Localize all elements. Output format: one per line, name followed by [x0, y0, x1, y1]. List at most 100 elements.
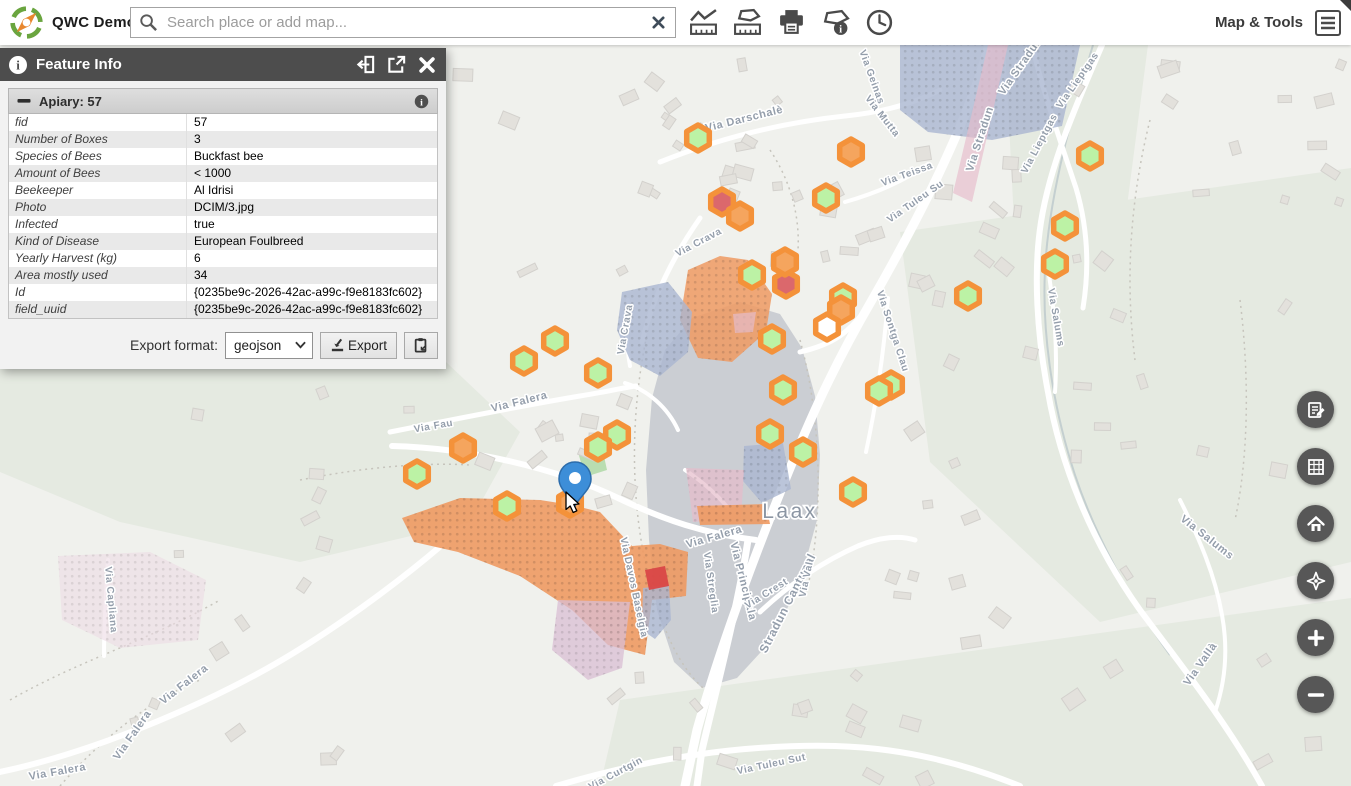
svg-text:i: i	[16, 57, 20, 72]
apiary-marker-green[interactable]	[587, 434, 610, 460]
feature-info-header[interactable]: i Feature Info	[0, 48, 446, 81]
toolbar: i	[686, 5, 896, 39]
attribute-value: Al Idrisi	[187, 182, 437, 199]
zoom-in-button[interactable]	[1297, 619, 1334, 656]
feature-section-header[interactable]: Apiary: 57 i	[8, 88, 438, 114]
apiary-marker-orange[interactable]	[774, 249, 797, 275]
apiary-marker-white[interactable]	[816, 314, 839, 340]
copy-to-clipboard-button[interactable]	[404, 332, 438, 359]
export-format-select[interactable]: geojson	[225, 332, 313, 359]
open-window-button[interactable]	[385, 54, 407, 76]
attribute-value: 34	[187, 267, 437, 284]
attribute-value: {0235be9c-2026-42ac-a99c-f9e8183fc602}	[187, 284, 437, 301]
attribute-row: fid57	[9, 114, 437, 131]
apiary-marker-green[interactable]	[1044, 251, 1067, 277]
apiary-marker-green[interactable]	[842, 479, 865, 505]
apiary-marker-green[interactable]	[1054, 213, 1077, 239]
clipboard-icon	[413, 337, 429, 353]
attribute-value: Buckfast bee	[187, 148, 437, 165]
tool-time-button[interactable]	[862, 5, 896, 39]
tool-measure-line-button[interactable]	[686, 5, 720, 39]
apiary-marker-green[interactable]	[1079, 143, 1102, 169]
dock-panel-button[interactable]	[354, 54, 376, 76]
menu-button[interactable]	[1315, 10, 1341, 36]
svg-text:i: i	[420, 97, 423, 108]
attribute-label: field_uuid	[9, 301, 187, 318]
apiary-marker-orange[interactable]	[840, 139, 863, 165]
attribute-row: Area mostly used34	[9, 267, 437, 284]
tool-print-button[interactable]	[774, 5, 808, 39]
attribute-table-button[interactable]	[1297, 448, 1334, 485]
export-bar: Export format: geojson Export	[8, 331, 438, 359]
apiary-marker-green[interactable]	[513, 348, 536, 374]
export-button[interactable]: Export	[320, 332, 397, 359]
svg-text:i: i	[839, 23, 842, 35]
apiary-marker-green[interactable]	[587, 360, 610, 386]
apiary-marker-green[interactable]	[868, 378, 891, 404]
apiary-marker-orange[interactable]	[452, 435, 475, 461]
clear-search-icon[interactable]	[650, 14, 667, 31]
attribute-label: Kind of Disease	[9, 233, 187, 250]
identify-region-icon: i	[821, 8, 850, 37]
locate-button[interactable]	[1297, 562, 1334, 599]
sketch-button[interactable]	[1297, 391, 1334, 428]
apiary-marker-green[interactable]	[759, 421, 782, 447]
panel-title: Feature Info	[36, 56, 345, 73]
apiary-marker-green[interactable]	[772, 377, 795, 403]
attribute-label: Yearly Harvest (kg)	[9, 250, 187, 267]
apiary-marker-green[interactable]	[741, 262, 764, 288]
apiary-marker-green[interactable]	[544, 328, 567, 354]
tool-measure-area-button[interactable]	[730, 5, 764, 39]
selected-building[interactable]	[645, 566, 669, 590]
chevron-down-icon	[295, 341, 306, 349]
hamburger-icon	[1320, 16, 1336, 30]
attribute-row: Id{0235be9c-2026-42ac-a99c-f9e8183fc602}	[9, 284, 437, 301]
attribute-row: Infectedtrue	[9, 216, 437, 233]
attribute-row: Kind of DiseaseEuropean Foulbreed	[9, 233, 437, 250]
attribute-value: DCIM/3.jpg	[187, 199, 437, 216]
town-label: Laax	[762, 500, 818, 523]
attribute-label: fid	[9, 114, 187, 131]
home-button[interactable]	[1297, 505, 1334, 542]
print-icon	[777, 8, 806, 37]
tool-identify-region-button[interactable]: i	[818, 5, 852, 39]
feature-info-body: Apiary: 57 i fid57Number of Boxes3Specie…	[0, 81, 446, 369]
apiary-marker-green[interactable]	[761, 326, 784, 352]
attribute-value: {0235be9c-2026-42ac-a99c-f9e8183fc602}	[187, 301, 437, 318]
attribute-table-icon	[1306, 457, 1326, 477]
attribute-value: European Foulbreed	[187, 233, 437, 250]
feature-info-panel: i Feature Info Apiary: 57 i fid57Number …	[0, 48, 446, 369]
attribute-row: PhotoDCIM/3.jpg	[9, 199, 437, 216]
apiary-marker-green[interactable]	[496, 493, 519, 519]
attribute-table: fid57Number of Boxes3Species of BeesBuck…	[8, 114, 438, 319]
collapse-icon[interactable]	[17, 94, 31, 108]
apiary-marker-green[interactable]	[792, 439, 815, 465]
zoom-out-icon	[1306, 685, 1326, 705]
apiary-marker-green[interactable]	[687, 125, 710, 151]
apiary-marker-green[interactable]	[815, 185, 838, 211]
feature-info-icon[interactable]: i	[414, 94, 429, 109]
apiary-marker-orange[interactable]	[729, 203, 752, 229]
download-icon	[330, 338, 345, 353]
field-orange-strip[interactable]	[697, 504, 770, 525]
apiary-marker-green[interactable]	[957, 283, 980, 309]
field-pink-sliver[interactable]	[733, 312, 756, 333]
attribute-row: BeekeeperAl Idrisi	[9, 182, 437, 199]
attribute-label: Id	[9, 284, 187, 301]
feature-title: Apiary: 57	[39, 94, 414, 109]
close-panel-button[interactable]	[416, 54, 438, 76]
search-icon	[139, 13, 158, 32]
attribute-value: 6	[187, 250, 437, 267]
attribute-label: Area mostly used	[9, 267, 187, 284]
attribute-row: Amount of Bees< 1000	[9, 165, 437, 182]
attribute-label: Species of Bees	[9, 148, 187, 165]
zoom-out-button[interactable]	[1297, 676, 1334, 713]
search-box	[130, 7, 676, 38]
sketch-icon	[1306, 400, 1326, 420]
measure-line-icon	[689, 8, 718, 37]
apiary-marker-green[interactable]	[406, 461, 429, 487]
app-title: QWC Demo	[52, 14, 136, 31]
export-format-value: geojson	[234, 338, 295, 353]
search-input[interactable]	[130, 7, 676, 38]
map-and-tools-label[interactable]: Map & Tools	[1215, 14, 1303, 31]
